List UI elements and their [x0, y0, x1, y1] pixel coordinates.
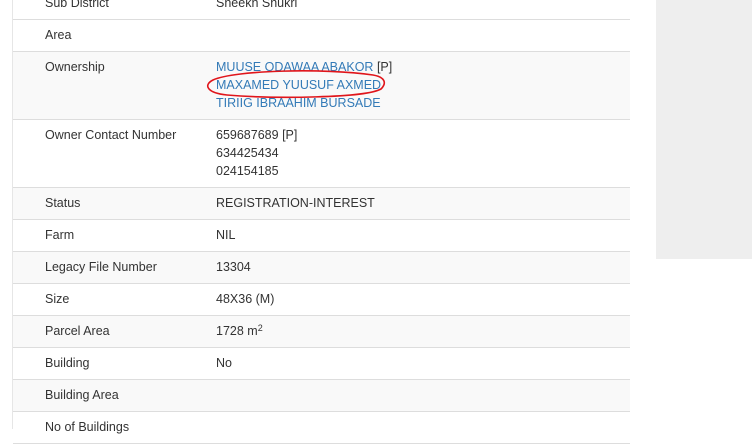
row-label-status: Status [13, 187, 216, 220]
contact-number-1: 659687689 [216, 128, 279, 142]
row-label-no-of-buildings: No of Buildings [13, 411, 216, 444]
row-value-no-of-buildings [216, 411, 630, 444]
row-value-farm: NIL [216, 219, 630, 252]
parcel-area-unit-sup: 2 [257, 323, 263, 333]
row-value-legacy-file: 13304 [216, 251, 630, 284]
row-label-sub-district: Sub District [13, 0, 216, 20]
table-row: Status REGISTRATION-INTEREST [13, 187, 630, 220]
row-label-owner-contact: Owner Contact Number [13, 119, 216, 188]
row-value-area [216, 19, 630, 52]
owner-link-3[interactable]: TIRIIG IBRAAHIM BURSADE [216, 96, 381, 110]
owner-contact-list: 659687689 [P] 634425434 024154185 [216, 119, 630, 188]
row-value-building-area [216, 379, 630, 412]
contact-line: 659687689 [P] [216, 126, 630, 144]
parcel-area-number: 1728 m [216, 324, 258, 338]
table-row: Ownership MUUSE ODAWAA ABAKOR [P] MAXAME… [13, 51, 630, 120]
side-panel [656, 0, 752, 259]
row-value-status: REGISTRATION-INTEREST [216, 187, 630, 220]
owner-link-1[interactable]: MUUSE ODAWAA ABAKOR [216, 60, 373, 74]
table-row: Legacy File Number 13304 [13, 251, 630, 284]
primary-owner-marker: [P] [376, 60, 393, 74]
primary-contact-marker: [P] [282, 128, 298, 142]
table-row: No of Buildings [13, 411, 630, 444]
ownership-list: MUUSE ODAWAA ABAKOR [P] MAXAMED YUUSUF A… [206, 51, 630, 120]
table-row: Building Area [13, 379, 630, 412]
table-row: Parcel Area 1728 m2 [13, 315, 630, 348]
owner-line: TIRIIG IBRAAHIM BURSADE [216, 94, 630, 112]
owner-link-2[interactable]: MAXAMED YUUSUF AXMED [216, 78, 381, 92]
table-row: Size 48X36 (M) [13, 283, 630, 316]
owner-line: MUUSE ODAWAA ABAKOR [P] [216, 58, 630, 76]
row-label-area: Area [13, 19, 216, 52]
contact-number-3: 024154185 [216, 164, 279, 178]
table-row: Owner Contact Number 659687689 [P] 63442… [13, 119, 630, 188]
table-row: Sub District Sheekh Shukri [13, 0, 630, 20]
contact-number-2: 634425434 [216, 146, 279, 160]
table-row: Building No [13, 347, 630, 380]
owner-line: MAXAMED YUUSUF AXMED [206, 70, 630, 99]
row-label-size: Size [13, 283, 216, 316]
table-row: Area [13, 19, 630, 52]
row-label-ownership: Ownership [13, 51, 216, 120]
row-value-size: 48X36 (M) [216, 283, 630, 316]
row-label-building: Building [13, 347, 216, 380]
row-label-building-area: Building Area [13, 379, 216, 412]
row-value-building: No [216, 347, 630, 380]
parcel-details-table: Sub District Sheekh Shukri Area Ownershi… [13, 0, 630, 444]
row-value-sub-district: Sheekh Shukri [216, 0, 630, 20]
row-label-farm: Farm [13, 219, 216, 252]
row-value-parcel-area: 1728 m2 [216, 315, 630, 348]
row-label-parcel-area: Parcel Area [13, 315, 216, 348]
table-row: Farm NIL [13, 219, 630, 252]
circled-owner: MAXAMED YUUSUF AXMED [206, 70, 386, 99]
row-label-legacy-file: Legacy File Number [13, 251, 216, 284]
